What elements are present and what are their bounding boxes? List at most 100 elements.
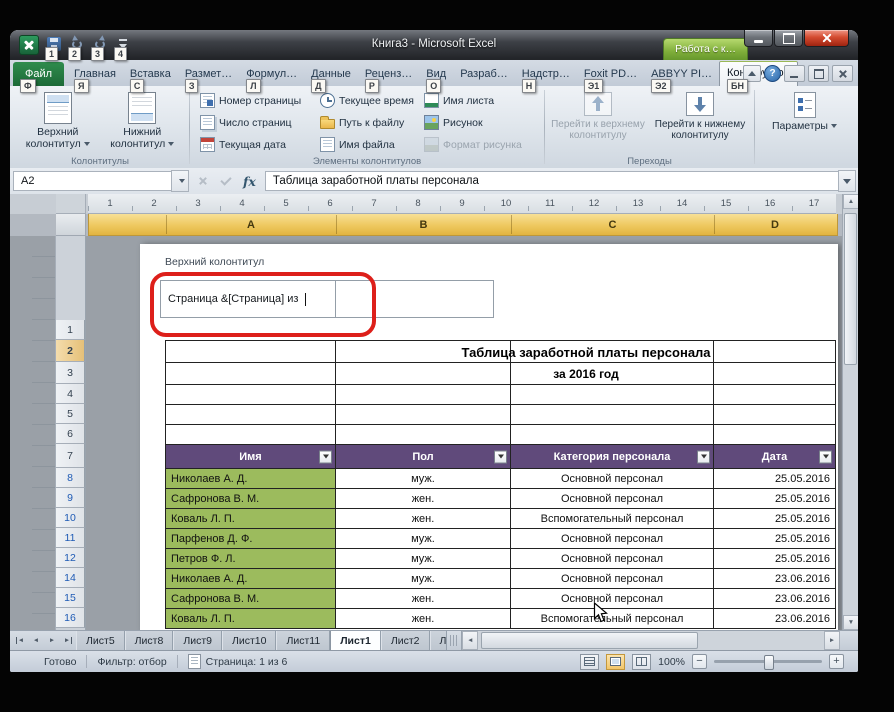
empty-cell[interactable]: [714, 385, 836, 405]
cell-date[interactable]: 25.05.2016: [714, 489, 836, 509]
cell-category[interactable]: Основной персонал: [511, 589, 714, 609]
row-header[interactable]: 2: [56, 340, 85, 362]
row-header[interactable]: 6: [56, 424, 85, 444]
help-button[interactable]: ?: [764, 65, 781, 82]
column-header[interactable]: B: [336, 214, 511, 235]
next-sheet-button[interactable]: ►: [44, 631, 60, 650]
cell-name[interactable]: Коваль Л. П.: [166, 609, 336, 629]
horizontal-scroll-thumb[interactable]: [481, 632, 697, 649]
name-box[interactable]: A2: [13, 171, 171, 191]
goto-header-footer-button[interactable]: Перейти к верхнему колонтитулу: [548, 89, 648, 152]
cell-name[interactable]: Николаев А. Д.: [166, 469, 336, 489]
horizontal-scroll-track[interactable]: [478, 631, 824, 650]
row-header[interactable]: 10: [56, 508, 85, 528]
row-header[interactable]: 7: [56, 444, 85, 468]
empty-cell[interactable]: [511, 363, 714, 385]
row-header[interactable]: 11: [56, 528, 85, 548]
close-button[interactable]: [804, 30, 849, 47]
page-layout-view-button[interactable]: [606, 654, 625, 670]
empty-cell[interactable]: [336, 363, 511, 385]
scroll-up-button[interactable]: ▲: [843, 194, 858, 209]
name-box-dropdown[interactable]: [171, 170, 189, 192]
cell-category[interactable]: Основной персонал: [511, 489, 714, 509]
contextual-tab-group-label[interactable]: Работа с к…: [663, 38, 748, 60]
empty-cell[interactable]: [336, 341, 511, 363]
sheet-tab[interactable]: Лист8: [125, 631, 174, 650]
vertical-scrollbar[interactable]: ▲ ▼: [842, 194, 858, 630]
zoom-slider[interactable]: [714, 660, 822, 663]
sheet-tab[interactable]: Лист9: [173, 631, 222, 650]
ribbon-tab[interactable]: Вставка С: [123, 62, 178, 86]
sheet-tab[interactable]: Лист10: [222, 631, 277, 650]
table-header-cell[interactable]: Категория персонала: [511, 445, 714, 469]
ribbon-tab[interactable]: Реценз… Р: [358, 62, 419, 86]
header-footer-button[interactable]: Нижний колонтитул: [102, 89, 184, 152]
ribbon-element-button[interactable]: Текущая дата: [198, 134, 318, 155]
ribbon-tab[interactable]: Данные Д: [304, 62, 358, 86]
ribbon-element-button[interactable]: Имя файла: [318, 134, 422, 155]
ribbon-element-button[interactable]: Формат рисунка: [422, 134, 538, 155]
tab-splitter-handle[interactable]: [450, 635, 458, 646]
scroll-right-button[interactable]: ►: [824, 631, 840, 650]
ribbon-tab[interactable]: Разраб…: [453, 62, 515, 86]
column-header[interactable]: C: [511, 214, 714, 235]
previous-sheet-button[interactable]: ◄: [28, 631, 44, 650]
cell-date[interactable]: 23.06.2016: [714, 609, 836, 629]
minimize-button[interactable]: [744, 30, 773, 47]
filter-dropdown-button[interactable]: [819, 450, 832, 463]
cell-gender[interactable]: жен.: [336, 509, 511, 529]
qat-button[interactable]: 1: [43, 34, 64, 53]
row-header[interactable]: 5: [56, 404, 85, 424]
cell-category[interactable]: Основной персонал: [511, 529, 714, 549]
row-header[interactable]: 15: [56, 588, 85, 608]
empty-cell[interactable]: [166, 405, 336, 425]
row-header[interactable]: 4: [56, 384, 85, 404]
column-header[interactable]: D: [714, 214, 836, 235]
row-header[interactable]: 8: [56, 468, 85, 488]
zoom-out-button[interactable]: −: [692, 654, 707, 669]
table-header-cell[interactable]: Пол: [336, 445, 511, 469]
row-header[interactable]: 1: [56, 320, 85, 340]
cell-date[interactable]: 25.05.2016: [714, 509, 836, 529]
cell-gender[interactable]: муж.: [336, 549, 511, 569]
empty-cell[interactable]: [336, 425, 511, 445]
cell-category[interactable]: Вспомогательный персонал: [511, 509, 714, 529]
ribbon-tab[interactable]: Файл Ф: [13, 62, 64, 86]
cell-name[interactable]: Коваль Л. П.: [166, 509, 336, 529]
table-header-cell[interactable]: Дата: [714, 445, 836, 469]
ribbon-tab[interactable]: Формул… Л: [239, 62, 304, 86]
excel-app-icon[interactable]: [19, 35, 39, 55]
scroll-down-button[interactable]: ▼: [843, 615, 858, 630]
vertical-scroll-thumb[interactable]: [844, 213, 857, 365]
column-header[interactable]: A: [166, 214, 336, 235]
cell-date[interactable]: 25.05.2016: [714, 469, 836, 489]
ribbon-tab[interactable]: ABBYY PI… Э2: [644, 62, 719, 86]
workbook-close-button[interactable]: [832, 65, 853, 82]
cell-category[interactable]: Основной персонал: [511, 469, 714, 489]
ribbon-tab[interactable]: Размет… З: [178, 62, 239, 86]
empty-cell[interactable]: [166, 425, 336, 445]
empty-cell[interactable]: [714, 363, 836, 385]
workbook-minimize-button[interactable]: [784, 65, 805, 82]
ribbon-element-button[interactable]: Номер страницы: [198, 90, 318, 111]
empty-cell[interactable]: [511, 341, 714, 363]
empty-cell[interactable]: [714, 425, 836, 445]
ribbon-element-button[interactable]: Путь к файлу: [318, 112, 422, 133]
sheet-tab[interactable]: Лист11: [276, 631, 330, 650]
empty-cell[interactable]: [166, 385, 336, 405]
cell-name[interactable]: Петров Ф. Л.: [166, 549, 336, 569]
page-break-view-button[interactable]: [632, 654, 651, 670]
cell-date[interactable]: 23.06.2016: [714, 569, 836, 589]
filter-dropdown-button[interactable]: [697, 450, 710, 463]
cell-category[interactable]: Вспомогательный персонал: [511, 609, 714, 629]
cell-date[interactable]: 25.05.2016: [714, 549, 836, 569]
zoom-slider-thumb[interactable]: [764, 655, 774, 670]
cell-name[interactable]: Сафронова В. М.: [166, 589, 336, 609]
row-header[interactable]: 16: [56, 608, 85, 628]
empty-cell[interactable]: [166, 341, 336, 363]
scroll-left-button[interactable]: ◄: [462, 631, 478, 650]
cell-date[interactable]: 23.06.2016: [714, 589, 836, 609]
formula-input[interactable]: Таблица заработной платы персонала: [265, 171, 838, 191]
empty-cell[interactable]: [511, 385, 714, 405]
cell-category[interactable]: Основной персонал: [511, 549, 714, 569]
